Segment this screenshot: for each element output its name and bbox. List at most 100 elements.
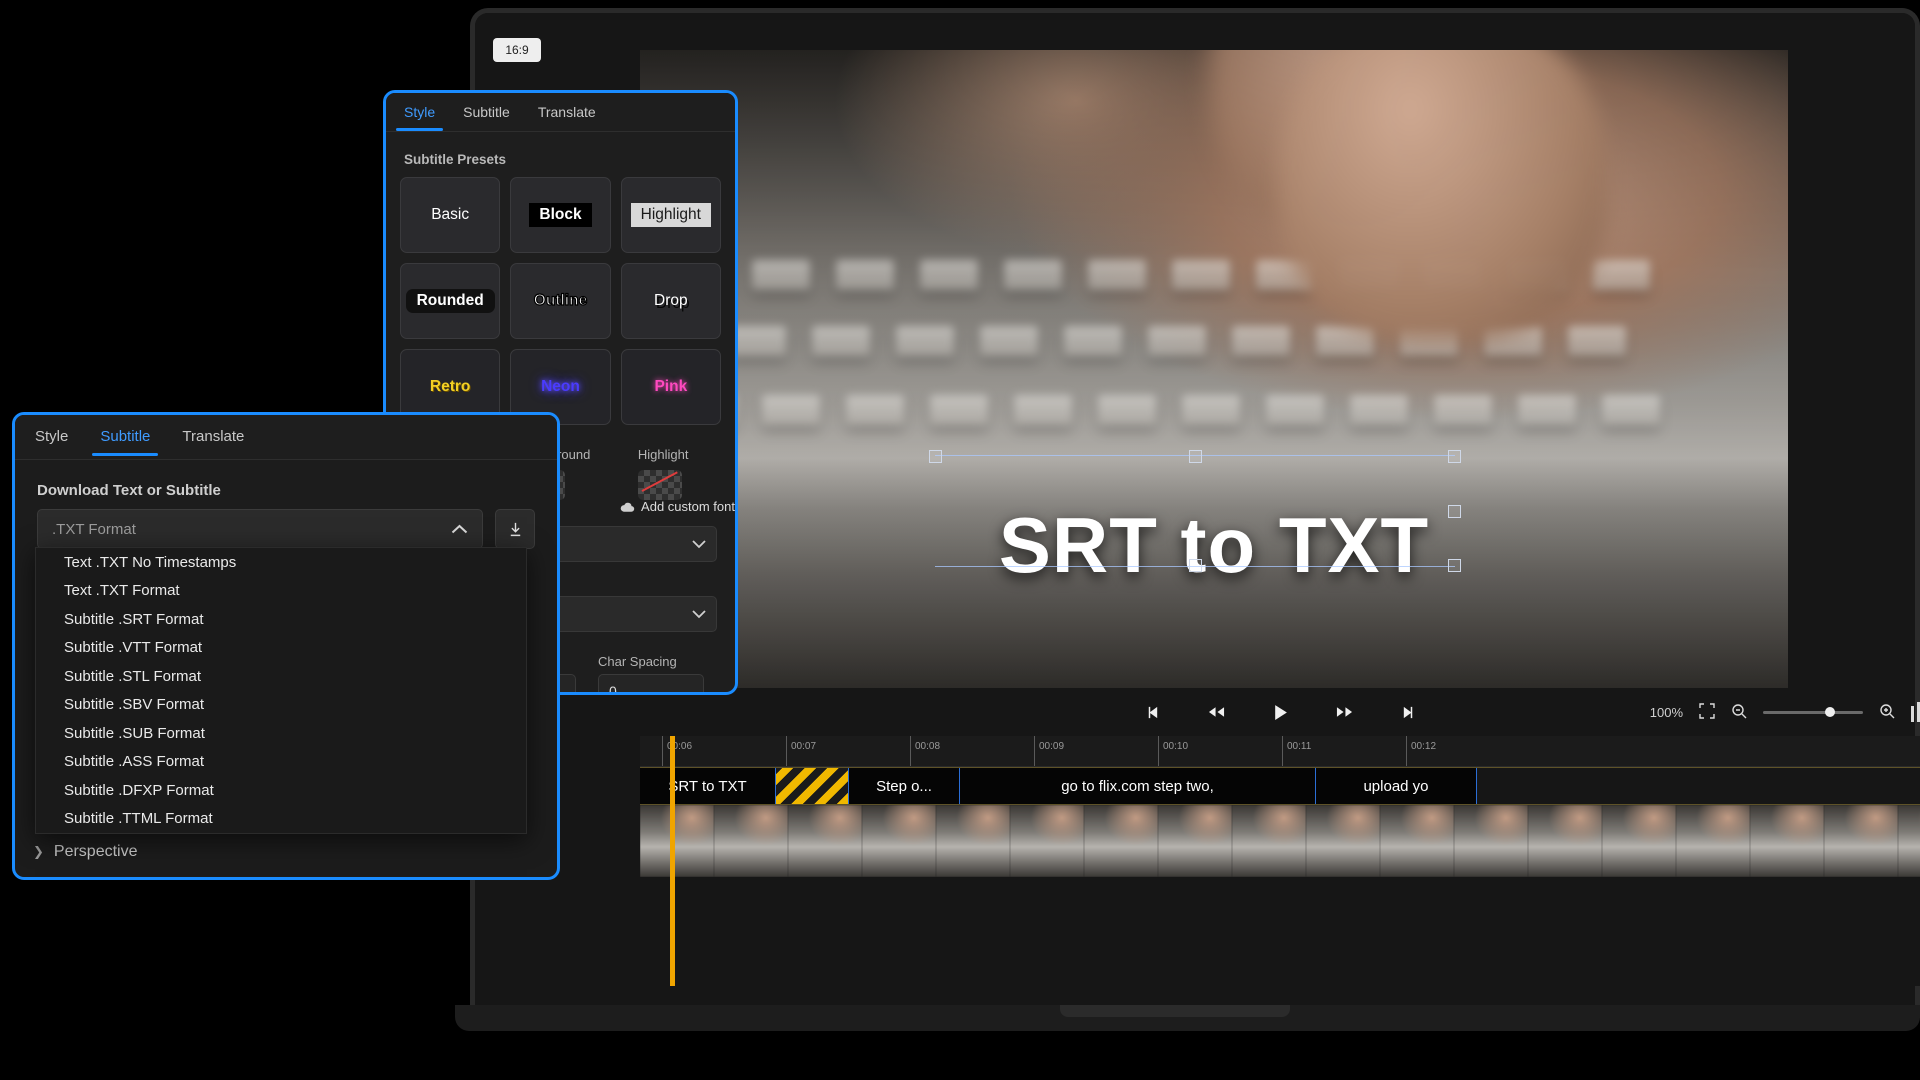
format-option[interactable]: Subtitle .VTT Format — [36, 634, 526, 663]
subtitle-tab-translate[interactable]: Translate — [182, 419, 244, 455]
filmstrip-frame — [1528, 805, 1602, 877]
zoom-level-label: 100% — [1650, 705, 1683, 720]
subtitle-tab-subtitle[interactable]: Subtitle — [100, 419, 150, 455]
preset-pink[interactable]: Pink — [621, 349, 721, 425]
style-panel-tabbar: Style Subtitle Translate — [386, 93, 735, 132]
zoom-slider-knob[interactable] — [1825, 707, 1835, 717]
video-frame: SRT to TXT — [640, 50, 1788, 688]
subtitle-presets-title: Subtitle Presets — [386, 132, 735, 177]
download-format-value: .TXT Format — [52, 521, 136, 538]
format-option[interactable]: Subtitle .STL Format — [36, 662, 526, 691]
play-button[interactable] — [1267, 699, 1293, 725]
add-custom-font-label: Add custom font — [641, 499, 735, 514]
subtitle-clip[interactable]: Step o... — [849, 768, 960, 804]
format-option[interactable]: Subtitle .SUB Format — [36, 719, 526, 748]
highlight-color-control[interactable]: Highlight — [638, 447, 717, 500]
resize-handle-top-left[interactable] — [929, 450, 942, 463]
format-option[interactable]: Subtitle .TTML Format — [36, 805, 526, 834]
preset-block[interactable]: Block — [510, 177, 610, 253]
player-right-controls: 100% — [1650, 702, 1920, 722]
timeline-tick: 00:12 — [1406, 736, 1436, 766]
aspect-ratio-badge[interactable]: 16:9 — [493, 38, 541, 62]
download-format-row: .TXT Format — [15, 509, 557, 549]
preset-label: Outline — [534, 292, 587, 310]
filmstrip-frame — [1454, 805, 1528, 877]
fullscreen-icon[interactable] — [1699, 703, 1715, 722]
subtitle-clip[interactable]: go to flix.com step two, — [960, 768, 1316, 804]
finger-blur — [1278, 50, 1608, 340]
filmstrip-frame — [936, 805, 1010, 877]
subtitle-selection-box[interactable] — [935, 455, 1455, 567]
subtitle-clip[interactable]: upload yo — [1316, 768, 1477, 804]
style-tab-style[interactable]: Style — [404, 95, 435, 130]
chevron-down-icon — [692, 607, 706, 622]
format-option[interactable]: Subtitle .DFXP Format — [36, 776, 526, 805]
filmstrip-frame — [1750, 805, 1824, 877]
format-option[interactable]: Subtitle .ASS Format — [36, 748, 526, 777]
resize-handle-middle-right[interactable] — [1448, 505, 1461, 518]
style-tab-subtitle[interactable]: Subtitle — [463, 95, 510, 130]
filmstrip-frame — [1306, 805, 1380, 877]
keyboard-row — [640, 260, 1788, 290]
perspective-section[interactable]: ❯ Perspective — [33, 843, 138, 861]
subtitle-tab-style[interactable]: Style — [35, 419, 68, 455]
skip-to-start-button[interactable] — [1139, 699, 1165, 725]
preset-grid: Basic Block Highlight Rounded Outline Drop Ret… — [386, 177, 735, 425]
format-option[interactable]: Text .TXT Format — [36, 577, 526, 606]
highlight-color-swatch[interactable] — [638, 470, 682, 500]
highlight-color-label: Highlight — [638, 447, 717, 462]
preset-rounded[interactable]: Rounded — [400, 263, 500, 339]
timeline-tick: 00:07 — [786, 736, 816, 766]
subtitle-clip[interactable] — [776, 768, 849, 804]
resize-handle-top-center[interactable] — [1189, 450, 1202, 463]
chevron-right-icon: ❯ — [33, 844, 44, 860]
subtitle-clip[interactable]: SRT to TXT — [640, 768, 776, 804]
resize-handle-bottom-right[interactable] — [1448, 559, 1461, 572]
preset-label: Rounded — [406, 289, 495, 313]
audio-level-meter — [1911, 702, 1920, 722]
preset-label: Pink — [654, 378, 687, 396]
format-option[interactable]: Text .TXT No Timestamps — [36, 548, 526, 577]
preset-label: Highlight — [631, 203, 711, 227]
preview-shading — [640, 50, 1788, 688]
preset-label: Retro — [430, 378, 470, 396]
format-option[interactable]: Subtitle .SRT Format — [36, 605, 526, 634]
timeline[interactable]: 00:0600:0700:0800:0900:1000:1100:12 SRT … — [640, 736, 1920, 986]
char-spacing-control[interactable]: Char Spacing 0 — [598, 654, 704, 695]
preset-basic[interactable]: Basic — [400, 177, 500, 253]
filmstrip-frame — [1084, 805, 1158, 877]
download-section-title: Download Text or Subtitle — [15, 460, 557, 509]
chevron-up-icon — [451, 521, 468, 538]
add-custom-font-button[interactable]: Add custom font — [620, 499, 735, 514]
preset-label: Basic — [431, 206, 469, 224]
preset-label: Drop — [654, 292, 688, 310]
download-button[interactable] — [495, 509, 535, 549]
timeline-tick: 00:10 — [1158, 736, 1188, 766]
preset-outline[interactable]: Outline — [510, 263, 610, 339]
timeline-tick: 00:06 — [662, 736, 692, 766]
download-format-select[interactable]: .TXT Format — [37, 509, 483, 549]
preset-highlight[interactable]: Highlight — [621, 177, 721, 253]
timeline-tick: 00:11 — [1282, 736, 1311, 766]
fast-forward-button[interactable] — [1331, 699, 1357, 725]
zoom-in-icon[interactable] — [1879, 703, 1895, 722]
video-filmstrip-track[interactable] — [640, 805, 1920, 877]
download-format-options-list[interactable]: Text .TXT No TimestampsText .TXT FormatS… — [35, 547, 527, 834]
timeline-playhead[interactable] — [670, 736, 675, 986]
style-tab-translate[interactable]: Translate — [538, 95, 596, 130]
subtitle-panel[interactable]: Style Subtitle Translate Download Text or … — [12, 412, 560, 880]
resize-handle-top-right[interactable] — [1448, 450, 1461, 463]
resize-handle-bottom-center[interactable] — [1189, 559, 1202, 572]
zoom-out-icon[interactable] — [1731, 703, 1747, 722]
subtitle-clip-track[interactable]: SRT to TXT Step o...go to flix.com step t… — [640, 767, 1920, 805]
rewind-button[interactable] — [1203, 699, 1229, 725]
preset-drop[interactable]: Drop — [621, 263, 721, 339]
zoom-slider[interactable] — [1763, 711, 1863, 714]
timeline-ruler[interactable]: 00:0600:0700:0800:0900:1000:1100:12 — [640, 736, 1920, 767]
format-option[interactable]: Subtitle .SBV Format — [36, 691, 526, 720]
char-spacing-value[interactable]: 0 — [598, 674, 704, 695]
filmstrip-frame — [640, 805, 714, 877]
skip-to-end-button[interactable] — [1395, 699, 1421, 725]
char-spacing-label: Char Spacing — [598, 654, 704, 669]
video-preview[interactable]: SRT to TXT — [640, 50, 1788, 688]
